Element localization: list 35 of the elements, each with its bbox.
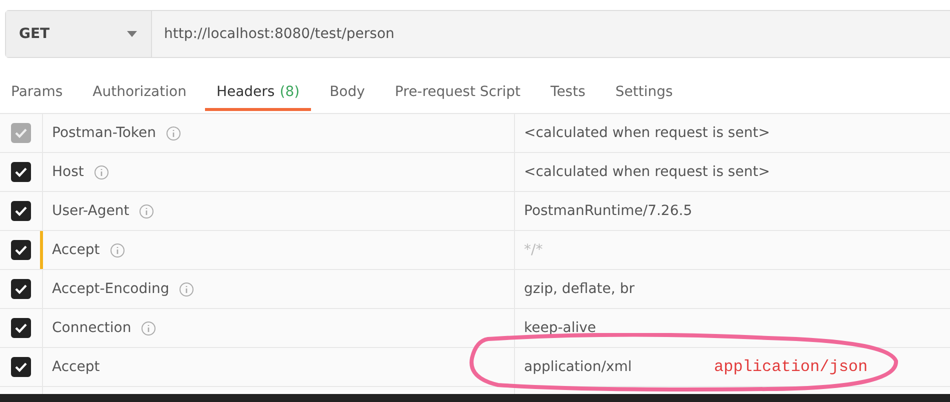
header-value: <calculated when request is sent> xyxy=(524,164,770,180)
tab[interactable]: Authorization xyxy=(82,75,198,111)
header-value: <calculated when request is sent> xyxy=(524,125,770,141)
tab[interactable]: Headers (8) xyxy=(205,75,311,111)
checkbox[interactable] xyxy=(11,123,31,143)
tab[interactable]: Pre-request Script xyxy=(384,75,532,111)
header-key: Postman-Token xyxy=(52,125,156,141)
checkbox[interactable] xyxy=(11,318,31,338)
header-key: Connection xyxy=(52,320,132,336)
header-key: Accept xyxy=(52,242,100,258)
checkbox[interactable] xyxy=(11,201,31,221)
tab[interactable]: Settings xyxy=(604,75,684,111)
header-value: gzip, deflate, br xyxy=(524,281,634,297)
header-key: Accept xyxy=(52,359,100,375)
handwritten-note: application/json xyxy=(714,358,868,376)
checkbox[interactable] xyxy=(11,240,31,260)
header-key: User-Agent xyxy=(52,203,130,219)
info-icon xyxy=(166,126,181,140)
header-value: */* xyxy=(524,242,543,258)
header-value: PostmanRuntime/7.26.5 xyxy=(524,203,692,219)
tab[interactable]: Params xyxy=(0,75,74,111)
info-icon xyxy=(110,242,125,258)
info-icon xyxy=(179,282,194,296)
info-icon xyxy=(139,204,154,218)
header-value: application/xml xyxy=(524,359,632,375)
tab[interactable]: Body xyxy=(318,75,376,111)
checkbox[interactable] xyxy=(11,162,31,182)
checkbox[interactable] xyxy=(11,357,31,377)
header-key: Accept-Encoding xyxy=(52,281,170,297)
checkbox[interactable] xyxy=(11,279,31,299)
header-value: keep-alive xyxy=(524,320,596,336)
tab[interactable]: Tests xyxy=(540,75,596,111)
info-icon xyxy=(94,164,109,180)
header-key: Host xyxy=(52,164,84,180)
info-icon xyxy=(141,320,156,336)
